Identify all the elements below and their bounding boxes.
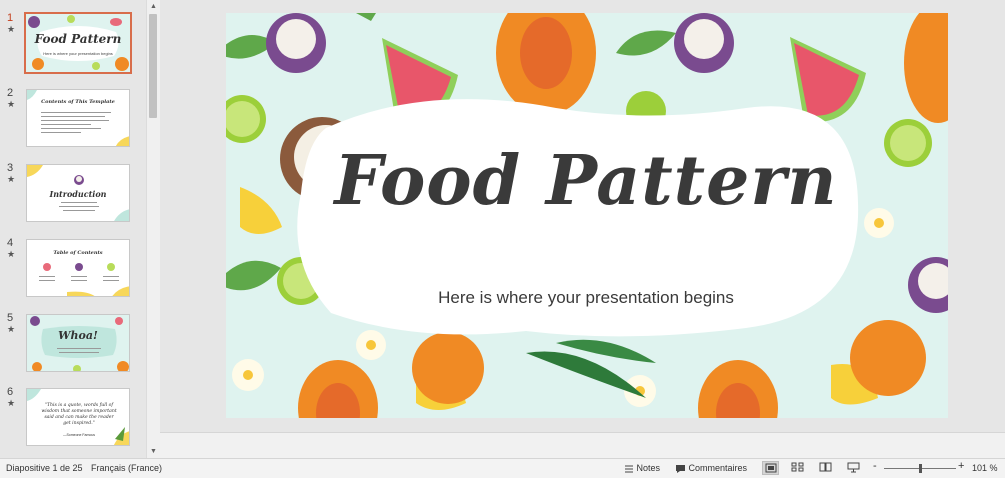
notes-label: Notes [636, 463, 661, 473]
animation-star-icon: ★ [7, 99, 16, 109]
thumbnail-row-5[interactable]: 5 ★ Whoa! [0, 312, 146, 376]
slide-number: 4 [7, 237, 14, 249]
thumbnail-subtitle: Here is where your presentation begins [43, 51, 113, 56]
comments-button[interactable]: Commentaires [675, 463, 747, 474]
thumbnail-5-pattern [27, 315, 129, 371]
normal-view-button[interactable] [762, 461, 779, 475]
zoom-slider-thumb[interactable] [918, 464, 922, 473]
notes-button[interactable]: Notes [624, 463, 660, 473]
current-slide[interactable]: Food Pattern Here is where your presenta… [226, 13, 948, 418]
slide-number: 6 [7, 386, 14, 398]
slide-sorter-button[interactable] [790, 461, 807, 475]
slide-number: 2 [7, 87, 14, 99]
thumbnail-row-2[interactable]: 2 ★ Contents of This Template [0, 87, 146, 151]
zoom-in-button[interactable]: + [958, 460, 964, 472]
scrollbar-thumb[interactable] [149, 14, 157, 118]
thumbnail-row-4[interactable]: 4 ★ Table of Contents [0, 237, 146, 301]
notes-icon [625, 465, 633, 473]
slide-thumbnail-6[interactable]: "This is a quote, words full of wisdom t… [26, 388, 130, 446]
slide-subtitle[interactable]: Here is where your presentation begins [331, 288, 841, 308]
language-indicator[interactable]: Français (France) [91, 463, 162, 473]
thumbnail-row-3[interactable]: 3 ★ Introduction [0, 162, 146, 226]
slide-number: 1 [7, 12, 14, 24]
animation-star-icon: ★ [7, 249, 16, 259]
thumbnail-title: Whoa! [58, 329, 98, 342]
scroll-down-icon[interactable]: ▼ [148, 446, 159, 457]
slide-thumbnail-pane: 1 ★ Food Pattern Here is where your pres… [0, 0, 146, 458]
animation-star-icon: ★ [7, 24, 16, 34]
notes-pane-edge [160, 432, 1005, 459]
zoom-level[interactable]: 101 % [972, 463, 998, 473]
thumbnail-title: Food Pattern [34, 32, 122, 46]
comment-icon [676, 464, 685, 473]
thumbnail-quote: "This is a quote, words full of wisdom t… [41, 403, 117, 426]
thumbnail-title: Contents of This Template [41, 99, 115, 105]
slide-number: 3 [7, 162, 14, 174]
zoom-out-button[interactable]: - [873, 460, 877, 472]
slideshow-button[interactable] [846, 461, 863, 475]
slide-thumbnail-5[interactable]: Whoa! [26, 314, 130, 372]
thumbnail-title: Introduction [49, 189, 107, 199]
animation-star-icon: ★ [7, 398, 16, 408]
slide-thumbnail-1[interactable]: Food Pattern Here is where your presenta… [24, 12, 132, 74]
thumbnail-row-6[interactable]: 6 ★ "This is a quote, words full of wisd… [0, 386, 146, 450]
slide-thumbnail-2[interactable]: Contents of This Template [26, 89, 130, 147]
slide-thumbnail-4[interactable]: Table of Contents [26, 239, 130, 297]
thumbnail-4-decoration [43, 263, 129, 296]
slide-editor: Food Pattern Here is where your presenta… [160, 0, 1005, 458]
normal-view-icon [765, 463, 777, 473]
slide-counter: Diapositive 1 de 25 [6, 463, 83, 473]
animation-star-icon: ★ [7, 324, 16, 334]
thumbnail-quote-author: —Someone Famous [62, 433, 96, 437]
reading-view-icon [819, 462, 832, 472]
scroll-up-icon[interactable]: ▲ [148, 1, 159, 12]
animation-star-icon: ★ [7, 174, 16, 184]
reading-view-button[interactable] [818, 461, 835, 475]
slideshow-icon [847, 462, 860, 473]
slide-sorter-icon [791, 462, 804, 472]
status-bar: Diapositive 1 de 25 Français (France) No… [0, 458, 1005, 478]
slide-number: 5 [7, 312, 14, 324]
comments-label: Commentaires [688, 463, 748, 473]
thumbnail-title: Table of Contents [53, 250, 103, 256]
thumbnail-scrollbar[interactable]: ▲ ▼ [146, 0, 160, 458]
slide-title[interactable]: Food Pattern [331, 141, 841, 221]
slide-thumbnail-3[interactable]: Introduction [26, 164, 130, 222]
thumbnail-row-1[interactable]: 1 ★ Food Pattern Here is where your pres… [0, 12, 146, 76]
